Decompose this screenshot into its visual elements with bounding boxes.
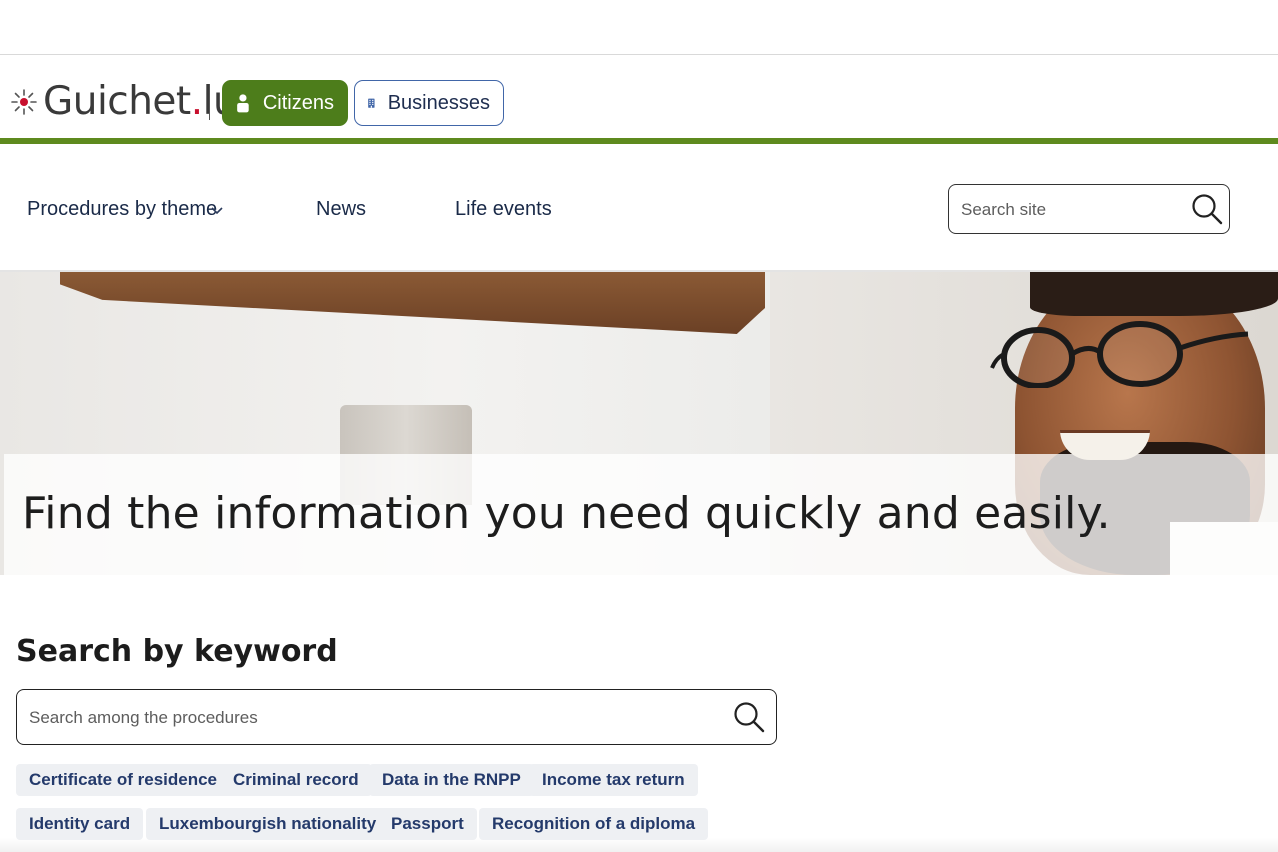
nav-procedures-by-theme[interactable]: Procedures by theme [27, 196, 217, 222]
tag-criminal-record[interactable]: Criminal record [220, 764, 372, 796]
citizens-label: Citizens [262, 91, 334, 114]
keyword-search-input[interactable] [29, 705, 719, 731]
nav-life-events[interactable]: Life events [455, 196, 552, 222]
tag-luxembourgish-nationality[interactable]: Luxembourgish nationality [146, 808, 390, 840]
hero-glasses-image [990, 321, 1249, 388]
chevron-down-icon[interactable] [210, 203, 224, 217]
tag-certificate-of-residence[interactable]: Certificate of residence [16, 764, 231, 796]
hero-title: Find the information you need quickly an… [22, 488, 1111, 539]
nav-procedures-label: Procedures by theme [27, 198, 218, 220]
logo-divider [209, 84, 210, 120]
hero-person-hair [1030, 272, 1278, 316]
businesses-label: Businesses [387, 91, 490, 114]
nav-news-label: News [316, 198, 367, 220]
tag-data-in-the-rnpp[interactable]: Data in the RNPP [369, 764, 534, 796]
search-icon[interactable] [1191, 193, 1223, 225]
site-search-box [948, 184, 1230, 234]
nav-news[interactable]: News [316, 196, 366, 222]
top-strip [0, 0, 1278, 55]
hero-shelf-image [60, 272, 765, 334]
building-icon [368, 98, 375, 108]
tag-recognition-of-a-diploma[interactable]: Recognition of a diploma [479, 808, 709, 840]
person-icon [237, 94, 249, 113]
businesses-button[interactable]: Businesses [354, 80, 504, 126]
keyword-search-heading: Search by keyword [16, 634, 338, 669]
nav-life-events-label: Life events [455, 198, 552, 220]
tag-identity-card[interactable]: Identity card [16, 808, 144, 840]
logo-burst-icon [11, 89, 37, 115]
site-search-input[interactable] [961, 197, 1181, 223]
logo-main-text: Guichet [43, 79, 191, 124]
tag-passport[interactable]: Passport [378, 808, 477, 840]
tag-income-tax-return[interactable]: Income tax return [529, 764, 698, 796]
header-accent-rule [0, 138, 1278, 144]
keyword-search-box [16, 689, 777, 745]
logo-dot: . [190, 79, 203, 124]
citizens-button[interactable]: Citizens [222, 80, 348, 126]
bottom-fade [0, 838, 1278, 852]
search-icon[interactable] [733, 701, 765, 733]
